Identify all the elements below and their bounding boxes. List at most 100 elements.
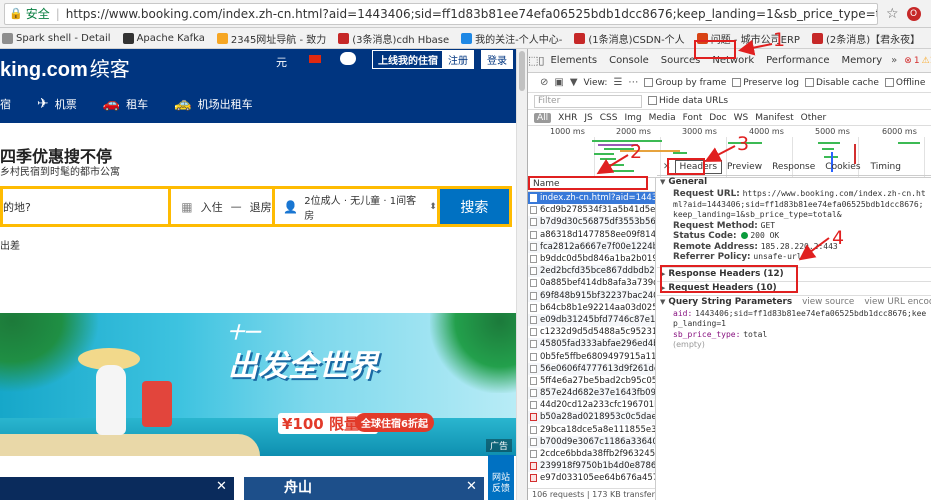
business-trip-checkbox[interactable]: 出差 <box>0 237 20 252</box>
request-row[interactable]: 0b5fe5ffbe6809497915a119f6. <box>528 350 655 362</box>
request-row[interactable]: 239918f9750b1b4d0e878677c <box>528 460 655 473</box>
request-row[interactable]: e09db31245bfd7746c87e1381 <box>528 313 655 327</box>
group-by-frame-checkbox[interactable]: Group by frame <box>644 77 726 88</box>
preserve-log-checkbox[interactable]: Preserve log <box>732 77 799 88</box>
booking-logo[interactable]: king.com 缤客 <box>0 53 130 82</box>
detail-tab-preview[interactable]: Preview <box>722 162 767 172</box>
close-icon[interactable]: ✕ <box>216 479 227 494</box>
bookmark-item[interactable]: Apache Kafka <box>122 32 205 44</box>
type-img[interactable]: Img <box>624 113 641 123</box>
login-button[interactable]: 登录 <box>481 50 513 69</box>
register-button[interactable]: 注册 <box>442 50 474 69</box>
tab-memory[interactable]: Memory <box>836 49 889 73</box>
tab-sources[interactable]: Sources <box>655 49 707 73</box>
type-ws[interactable]: WS <box>734 113 749 123</box>
guests-selector[interactable]: 👤 2位成人 · 无儿童 · 1间客房 ⬍ <box>275 189 437 224</box>
type-xhr[interactable]: XHR <box>558 113 577 123</box>
chat-icon[interactable] <box>340 52 356 65</box>
request-headers-header[interactable]: ▶ Request Headers (10) <box>657 282 931 295</box>
hide-data-urls-checkbox[interactable]: Hide data URLs <box>648 96 728 106</box>
request-row[interactable]: index.zh-cn.html?aid=1443406 <box>528 192 655 205</box>
inspect-icon[interactable]: ⬚ <box>528 54 538 67</box>
general-section-header[interactable]: ▼ General <box>657 176 931 189</box>
address-bar[interactable]: 🔒 安全 | https://www.booking.com/index.zh-… <box>4 2 878 25</box>
type-manifest[interactable]: Manifest <box>755 113 793 123</box>
request-row[interactable]: 6cd9b278534f31a5b41d5e75 <box>528 204 655 216</box>
request-row[interactable]: b50a28ad0218953c0c5daed6a <box>528 411 655 424</box>
request-row[interactable]: 857e24d682e37e1643fb09b3d <box>528 387 655 400</box>
nav-car-rental[interactable]: 🚗 租车 <box>103 96 148 112</box>
request-headers-section[interactable]: ▶ Request Headers (10) <box>657 280 931 295</box>
response-headers-section[interactable]: ▶ Response Headers (12) <box>657 266 931 281</box>
detail-tab-cookies[interactable]: Cookies <box>820 162 865 172</box>
request-row[interactable]: 29bca18dce5a8e111855e3131 <box>528 424 655 436</box>
tab-performance[interactable]: Performance <box>760 49 835 73</box>
type-media[interactable]: Media <box>649 113 676 123</box>
tab-elements[interactable]: Elements <box>544 49 603 73</box>
request-row[interactable]: b9ddc0d5bd846a1ba2b01945 <box>528 253 655 265</box>
type-font[interactable]: Font <box>683 113 703 123</box>
request-row[interactable]: 44d20cd12a233cfc196701b40. <box>528 399 655 411</box>
tab-console[interactable]: Console <box>603 49 655 73</box>
request-row[interactable]: 0a885bef414db8afa3a739d01 <box>528 277 655 289</box>
request-row[interactable]: a86318d1477858ee09f81432c <box>528 229 655 241</box>
promo-card-left[interactable] <box>0 477 234 500</box>
page-scrollbar[interactable] <box>516 49 527 500</box>
search-button[interactable]: 搜索 <box>439 189 510 224</box>
type-other[interactable]: Other <box>801 113 827 123</box>
promo-banner[interactable]: 十一 出发全世界 ¥100 限量抢 全球住宿6折起 广告 <box>0 313 516 456</box>
request-row[interactable]: 2cdce6bbda38ffb2f96324578a <box>528 448 655 460</box>
request-row[interactable]: 2ed2bcfd35bce867ddbdb2670 <box>528 265 655 278</box>
bookmark-item[interactable]: 我的关注-个人中心- <box>461 31 562 46</box>
type-js[interactable]: JS <box>584 113 592 123</box>
view-url-encoded-link[interactable]: view URL encoded <box>864 297 931 307</box>
bookmark-item[interactable]: (2条消息)【君永夜】 <box>811 31 920 46</box>
request-row[interactable]: 56e0606f4777613d9f261ddff1 <box>528 362 655 375</box>
extension-icon[interactable]: O <box>906 6 921 21</box>
language-flag-icon[interactable] <box>309 55 321 63</box>
url-text[interactable]: https://www.booking.com/index.zh-cn.html… <box>66 7 877 21</box>
nav-flights[interactable]: ✈ 机票 <box>37 96 77 112</box>
request-row[interactable]: fca2812a6667e7f00e1224b83c <box>528 240 655 253</box>
currency-selector[interactable]: 元 <box>276 54 287 70</box>
detail-tab-headers[interactable]: Headers <box>674 159 723 174</box>
request-row[interactable]: e97d033105ee64b676a45781 <box>528 472 655 484</box>
close-icon[interactable]: ✕ <box>466 479 477 494</box>
close-detail-icon[interactable]: ✕ <box>659 162 675 172</box>
error-count[interactable]: ⊗ 1 <box>904 56 919 66</box>
list-view-icon[interactable]: ☰ <box>613 77 622 88</box>
bookmark-item[interactable]: (3条消息)cdh Hbase <box>338 31 449 46</box>
query-string-header[interactable]: ▼ Query String Parameters view source view … <box>657 296 931 309</box>
view-source-link[interactable]: view source <box>802 297 854 307</box>
feedback-button[interactable]: 网站反馈 <box>488 455 514 500</box>
destination-input[interactable]: 的地? <box>3 189 169 224</box>
request-row[interactable]: 69f848b915bf32237bac24088. <box>528 289 655 302</box>
nav-airport-taxi[interactable]: 🚕 机场出租车 <box>174 96 252 112</box>
request-row[interactable]: c1232d9d5d5488a5c952316c7 <box>528 326 655 338</box>
bookmark-item[interactable]: (1条消息)CSDN-个人 <box>574 31 685 46</box>
request-row[interactable]: 5ff4e6a27be5bad2cb95c05e4 <box>528 375 655 387</box>
request-row[interactable]: 45805fad333abfae296ed4bed. <box>528 338 655 351</box>
tab-network[interactable]: Network <box>706 49 760 73</box>
request-row[interactable]: b7d9d30c56875df3553b561bc <box>528 216 655 229</box>
list-property-button[interactable]: 上线我的住宿 <box>372 50 444 69</box>
filter-icon[interactable]: ▼ <box>570 77 578 88</box>
offline-checkbox[interactable]: Offline <box>884 77 925 88</box>
filter-input[interactable]: Filter <box>534 94 642 108</box>
capture-screenshots-icon[interactable]: ▣ <box>554 77 563 88</box>
warning-count[interactable]: ⚠1 <box>922 56 931 66</box>
request-row[interactable]: b700d9e3067c1186a336401 2c <box>528 435 655 448</box>
promo-card-right[interactable] <box>244 477 484 500</box>
request-row[interactable]: b64cb8b1e92214aa03d025cbc <box>528 302 655 314</box>
type-doc[interactable]: Doc <box>709 113 726 123</box>
bookmark-item[interactable]: 2345网址导航 - 致力 <box>216 31 326 46</box>
overview-icon[interactable]: ⋯ <box>628 77 638 88</box>
more-tabs-icon[interactable]: » <box>888 55 900 66</box>
type-css[interactable]: CSS <box>600 113 618 123</box>
scrollbar-thumb[interactable] <box>519 51 525 91</box>
name-column-header[interactable]: Name <box>528 178 655 192</box>
detail-tab-response[interactable]: Response <box>767 162 820 172</box>
disable-cache-checkbox[interactable]: Disable cache <box>804 77 879 88</box>
nav-stays[interactable]: 宿 <box>0 96 11 112</box>
type-all[interactable]: All <box>534 112 552 123</box>
